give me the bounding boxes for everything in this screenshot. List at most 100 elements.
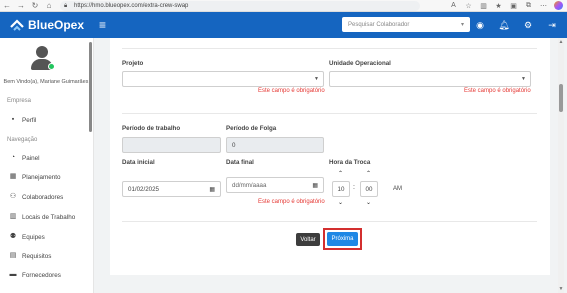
projeto-label: Projeto [122,60,144,67]
unidade-select[interactable]: ▼ [329,71,531,87]
sidebar-item-equipes[interactable]: ⚉ Equipes [9,233,45,241]
hamburger-menu-icon[interactable]: ≡ [99,18,106,32]
projeto-select[interactable]: ▼ [122,71,324,87]
lock-icon: 🔒︎ [64,3,68,9]
hour-input[interactable]: 10 [332,181,350,197]
building-icon: ▥ [9,213,17,220]
time-separator: : [353,184,355,191]
divider [122,113,537,114]
periodo-folga-input[interactable]: 0 [226,137,324,153]
data-final-placeholder: dd/mm/aaaa [232,181,267,189]
url-text: https://hmo.blueopex.com/extra-crew-swap [74,3,189,9]
copilot-icon[interactable] [554,1,563,10]
minute-value: 00 [365,185,373,193]
sidebar-item-fornecedores[interactable]: ▬ Fornecedores [9,271,61,279]
sidebar-item-colaboradores[interactable]: ⚇ Colaboradores [9,193,63,201]
data-final-error: Este campo é obrigatório [258,199,325,205]
proxima-button[interactable]: Próxima [327,232,358,246]
divider [122,48,537,49]
scroll-down-icon[interactable]: ▼ [558,286,564,292]
data-final-input[interactable]: dd/mm/aaaa ▦ [226,177,324,193]
section-navegacao: Navegação [7,137,38,143]
support-icon[interactable]: ◉ [473,18,487,32]
data-final-label: Data final [226,159,254,166]
hour-up-chevron-icon[interactable]: ⌃ [338,170,343,177]
users-icon: ⚇ [9,193,17,200]
sidebar-item-label: Colaboradores [22,193,64,201]
minute-down-chevron-icon[interactable]: ⌄ [366,199,371,206]
reload-icon[interactable]: ↻ [28,0,42,12]
sidebar-scrollbar[interactable] [89,42,92,132]
ampm-label[interactable]: AM [393,186,402,192]
home-icon[interactable]: ⌂ [42,0,56,12]
collections-icon[interactable]: ▣ [509,1,518,10]
hour-value: 10 [337,185,345,193]
forward-icon[interactable]: → [14,0,28,12]
calendar-icon[interactable]: ▦ [312,182,318,189]
clipboard-icon: ▤ [9,252,17,259]
section-empresa: Empresa [7,98,32,104]
sidebar-item-requisitos[interactable]: ▤ Requisitos [9,252,52,260]
chevron-down-icon: ▼ [314,76,319,82]
extensions-icon[interactable]: ⧉ [524,1,533,10]
sidebar-item-label: Painel [22,154,40,162]
welcome-text: Bem Vindo(a), Mariane Guimarães [3,79,89,85]
sidebar: Bem Vindo(a), Mariane Guimarães Empresa … [0,38,94,293]
team-icon: ⚉ [9,233,17,240]
divider [122,221,537,222]
search-placeholder: Pesquisar Colaborador [348,21,410,28]
sidebar-item-label: Requisitos [22,252,52,260]
page-scrollbar-track[interactable] [558,38,564,293]
chevron-down-icon: ▾ [460,22,464,28]
brand-name: BlueOpex [28,18,85,32]
sidebar-item-label: Equipes [22,233,45,241]
dashboard-icon: ◔ [10,154,16,161]
hour-down-chevron-icon[interactable]: ⌄ [338,199,343,206]
unidade-error: Este campo é obrigatório [464,88,531,94]
split-view-icon[interactable]: ▥ [479,1,488,10]
data-inicial-input[interactable]: 01/02/2025 ▦ [122,181,221,197]
page-scrollbar-thumb[interactable] [559,84,563,112]
scroll-up-icon[interactable]: ▲ [558,39,564,45]
favorites-icon[interactable]: ★ [494,1,503,10]
menu-dots-icon[interactable]: ⋯ [539,1,548,10]
address-bar[interactable]: 🔒︎ https://hmo.blueopex.com/extra-crew-s… [60,1,420,11]
hora-troca-label: Hora da Troca [329,159,371,166]
sidebar-item-label: Fornecedores [22,271,61,279]
sidebar-item-perfil[interactable]: ▪ Perfil [9,116,37,124]
truck-icon: ▬ [9,271,17,278]
bell-icon[interactable]: 🔔︎ [497,18,511,32]
user-icon: ▪ [11,116,15,123]
sidebar-item-painel[interactable]: ◔ Painel [9,154,40,162]
avatar[interactable] [30,46,55,72]
sidebar-item-label: Perfil [22,116,37,124]
gear-icon[interactable]: ⚙ [521,18,535,32]
app-header: BlueOpex ≡ Pesquisar Colaborador ▾ ◉ 🔔︎ … [0,12,567,38]
sidebar-item-label: Locais de Trabalho [22,213,76,221]
sidebar-item-locais[interactable]: ▥ Locais de Trabalho [9,213,76,221]
font-size-icon[interactable]: A [449,1,458,10]
sidebar-item-label: Planejamento [22,173,61,181]
calendar-icon[interactable]: ▦ [209,186,215,193]
data-inicial-value: 01/02/2025 [128,185,159,193]
minute-up-chevron-icon[interactable]: ⌃ [366,170,371,177]
online-status-icon [48,63,55,70]
minute-input[interactable]: 00 [360,181,378,197]
logout-icon[interactable]: ⇥ [545,18,559,32]
voltar-button[interactable]: Voltar [296,233,320,246]
back-icon[interactable]: ← [0,0,14,12]
sidebar-item-planejamento[interactable]: ▦ Planejamento [9,173,61,181]
star-icon[interactable]: ☆ [464,1,473,10]
periodo-trabalho-label: Período de trabalho [122,125,181,132]
periodo-folga-value: 0 [232,141,236,149]
periodo-trabalho-input[interactable] [122,137,221,153]
search-collaborator-select[interactable]: Pesquisar Colaborador ▾ [342,17,470,32]
unidade-label: Unidade Operacional [329,60,391,67]
brand[interactable]: BlueOpex [0,18,95,32]
blueopex-logo-icon [10,18,24,32]
projeto-error: Este campo é obrigatório [258,88,325,94]
data-inicial-label: Data inicial [122,159,155,166]
periodo-folga-label: Período de Folga [226,125,277,132]
browser-toolbar: ← → ↻ ⌂ 🔒︎ https://hmo.blueopex.com/extr… [0,0,567,12]
chevron-down-icon: ▼ [521,76,526,82]
